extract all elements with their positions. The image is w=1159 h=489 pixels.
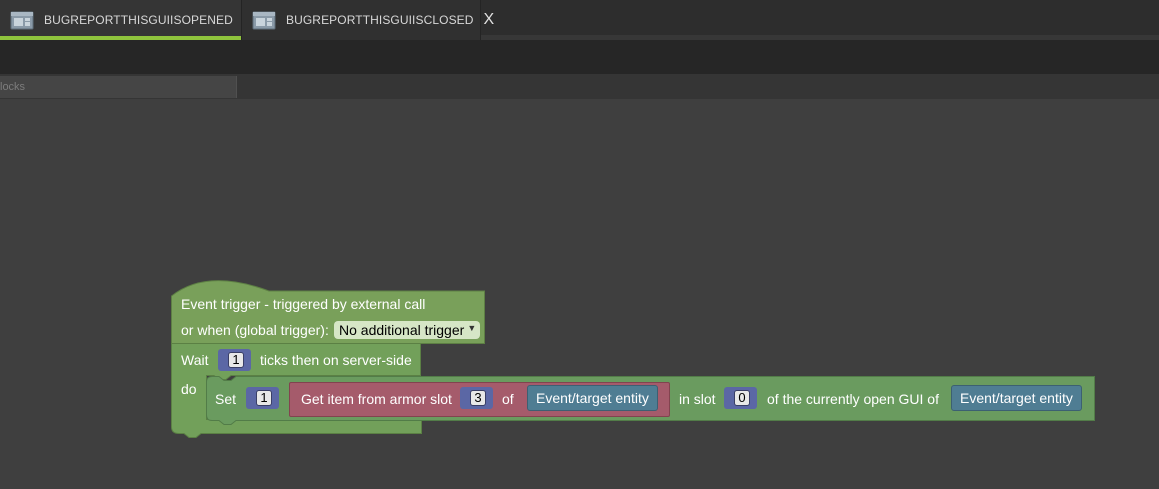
set-label: Set [215, 391, 237, 407]
tab-bugreportthisguiisopened[interactable]: BUGREPORTTHISGUIISOPENED X [0, 0, 254, 40]
event-trigger-title: Event trigger - triggered by external ca… [181, 296, 426, 312]
close-icon[interactable]: X [484, 12, 495, 28]
armor-slot-field[interactable]: 3 [470, 390, 486, 406]
do-label: do [181, 381, 197, 397]
gui-file-icon [10, 9, 34, 31]
wait-suffix-label: ticks then on server-side [260, 352, 412, 368]
global-trigger-value: No additional trigger [339, 322, 465, 338]
gui-slot-field[interactable]: 0 [734, 390, 750, 406]
global-trigger-dropdown[interactable]: No additional trigger ▼ [334, 321, 481, 339]
block-search-bar [0, 74, 1159, 99]
wait-label: Wait [181, 352, 209, 368]
of-label: of [502, 391, 514, 407]
gui-file-icon [252, 9, 276, 31]
editor-toolbar [0, 40, 1159, 74]
armor-entity-block[interactable]: Event/target entity [527, 385, 658, 411]
set-amount-field[interactable]: 1 [256, 390, 272, 406]
tab-bugreportthisguiisclosed[interactable]: BUGREPORTTHISGUIISCLOSED X [242, 0, 494, 40]
tab-label: BUGREPORTTHISGUIISCLOSED [286, 13, 474, 27]
armor-slot-label: Get item from armor slot [301, 391, 452, 407]
tab-label: BUGREPORTTHISGUIISOPENED [44, 13, 233, 27]
open-gui-label: of the currently open GUI of [767, 391, 939, 407]
global-trigger-label: or when (global trigger): [181, 322, 329, 338]
in-slot-label: in slot [679, 391, 716, 407]
search-blocks-input[interactable] [0, 76, 237, 98]
dropdown-arrow-icon: ▼ [467, 323, 477, 333]
blockly-workspace[interactable]: Event trigger - triggered by external ca… [0, 99, 1159, 489]
tab-bar: BUGREPORTTHISGUIISOPENED X BUGREPORTTHIS… [0, 0, 1159, 40]
wait-ticks-field[interactable]: 1 [228, 352, 244, 368]
gui-entity-block[interactable]: Event/target entity [951, 385, 1082, 411]
